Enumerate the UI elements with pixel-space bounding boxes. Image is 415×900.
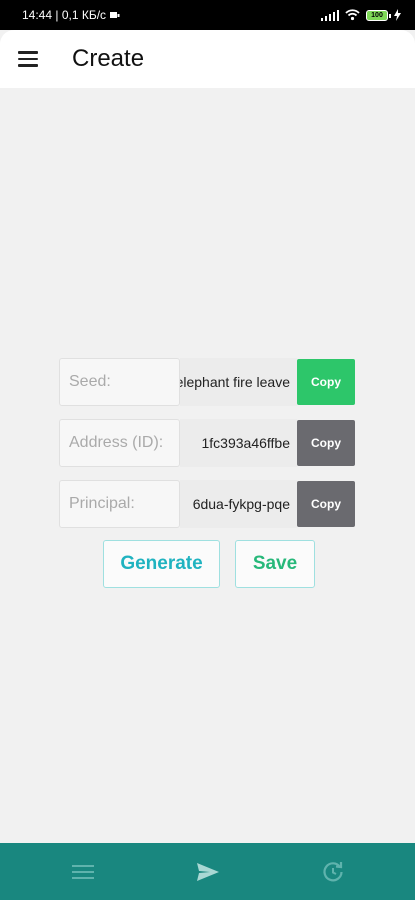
- create-form: Seed: elephant fire leave Copy Address (…: [59, 358, 356, 541]
- seed-value: elephant fire leave: [180, 374, 290, 390]
- menu-icon: [71, 864, 94, 879]
- form-actions: Generate Save: [103, 540, 315, 588]
- principal-value: 6dua-fykpg-pqe: [192, 496, 290, 512]
- principal-row: Principal: 6dua-fykpg-pqe Copy: [59, 480, 356, 528]
- nav-history-button[interactable]: [313, 852, 353, 892]
- seed-value-field[interactable]: elephant fire leave: [180, 358, 297, 406]
- page-title: Create: [72, 45, 145, 72]
- bottom-nav: [0, 843, 415, 900]
- address-value-field[interactable]: 1fc393a46ffbe: [180, 419, 297, 467]
- send-icon: [196, 862, 219, 881]
- copy-address-button[interactable]: Copy: [297, 420, 355, 466]
- principal-value-field[interactable]: 6dua-fykpg-pqe: [180, 480, 297, 528]
- notification-icon: [110, 12, 120, 18]
- address-label: Address (ID):: [59, 419, 180, 467]
- battery-level: 100: [371, 11, 383, 19]
- seed-row: Seed: elephant fire leave Copy: [59, 358, 356, 406]
- hamburger-menu-icon[interactable]: [18, 51, 38, 67]
- signal-icon: [320, 9, 339, 21]
- status-bar: 14:44 | 0,1 КБ/с 100: [0, 0, 415, 30]
- principal-label: Principal:: [59, 480, 180, 528]
- copy-seed-button[interactable]: Copy: [297, 359, 355, 405]
- app-bar: Create: [0, 30, 415, 88]
- copy-principal-button[interactable]: Copy: [297, 481, 355, 527]
- history-icon: [322, 861, 343, 881]
- status-left: 14:44 | 0,1 КБ/с: [22, 8, 120, 22]
- status-time: 14:44 | 0,1 КБ/с: [22, 8, 107, 22]
- status-right: 100: [320, 9, 401, 21]
- save-button[interactable]: Save: [235, 540, 315, 588]
- wifi-icon: [345, 9, 360, 21]
- nav-menu-button[interactable]: [63, 852, 103, 892]
- address-value: 1fc393a46ffbe: [201, 435, 291, 451]
- generate-button[interactable]: Generate: [103, 540, 220, 588]
- nav-send-button[interactable]: [188, 852, 228, 892]
- battery-icon: 100: [366, 9, 391, 21]
- address-row: Address (ID): 1fc393a46ffbe Copy: [59, 419, 356, 467]
- seed-label: Seed:: [59, 358, 180, 406]
- charging-icon: [394, 9, 401, 21]
